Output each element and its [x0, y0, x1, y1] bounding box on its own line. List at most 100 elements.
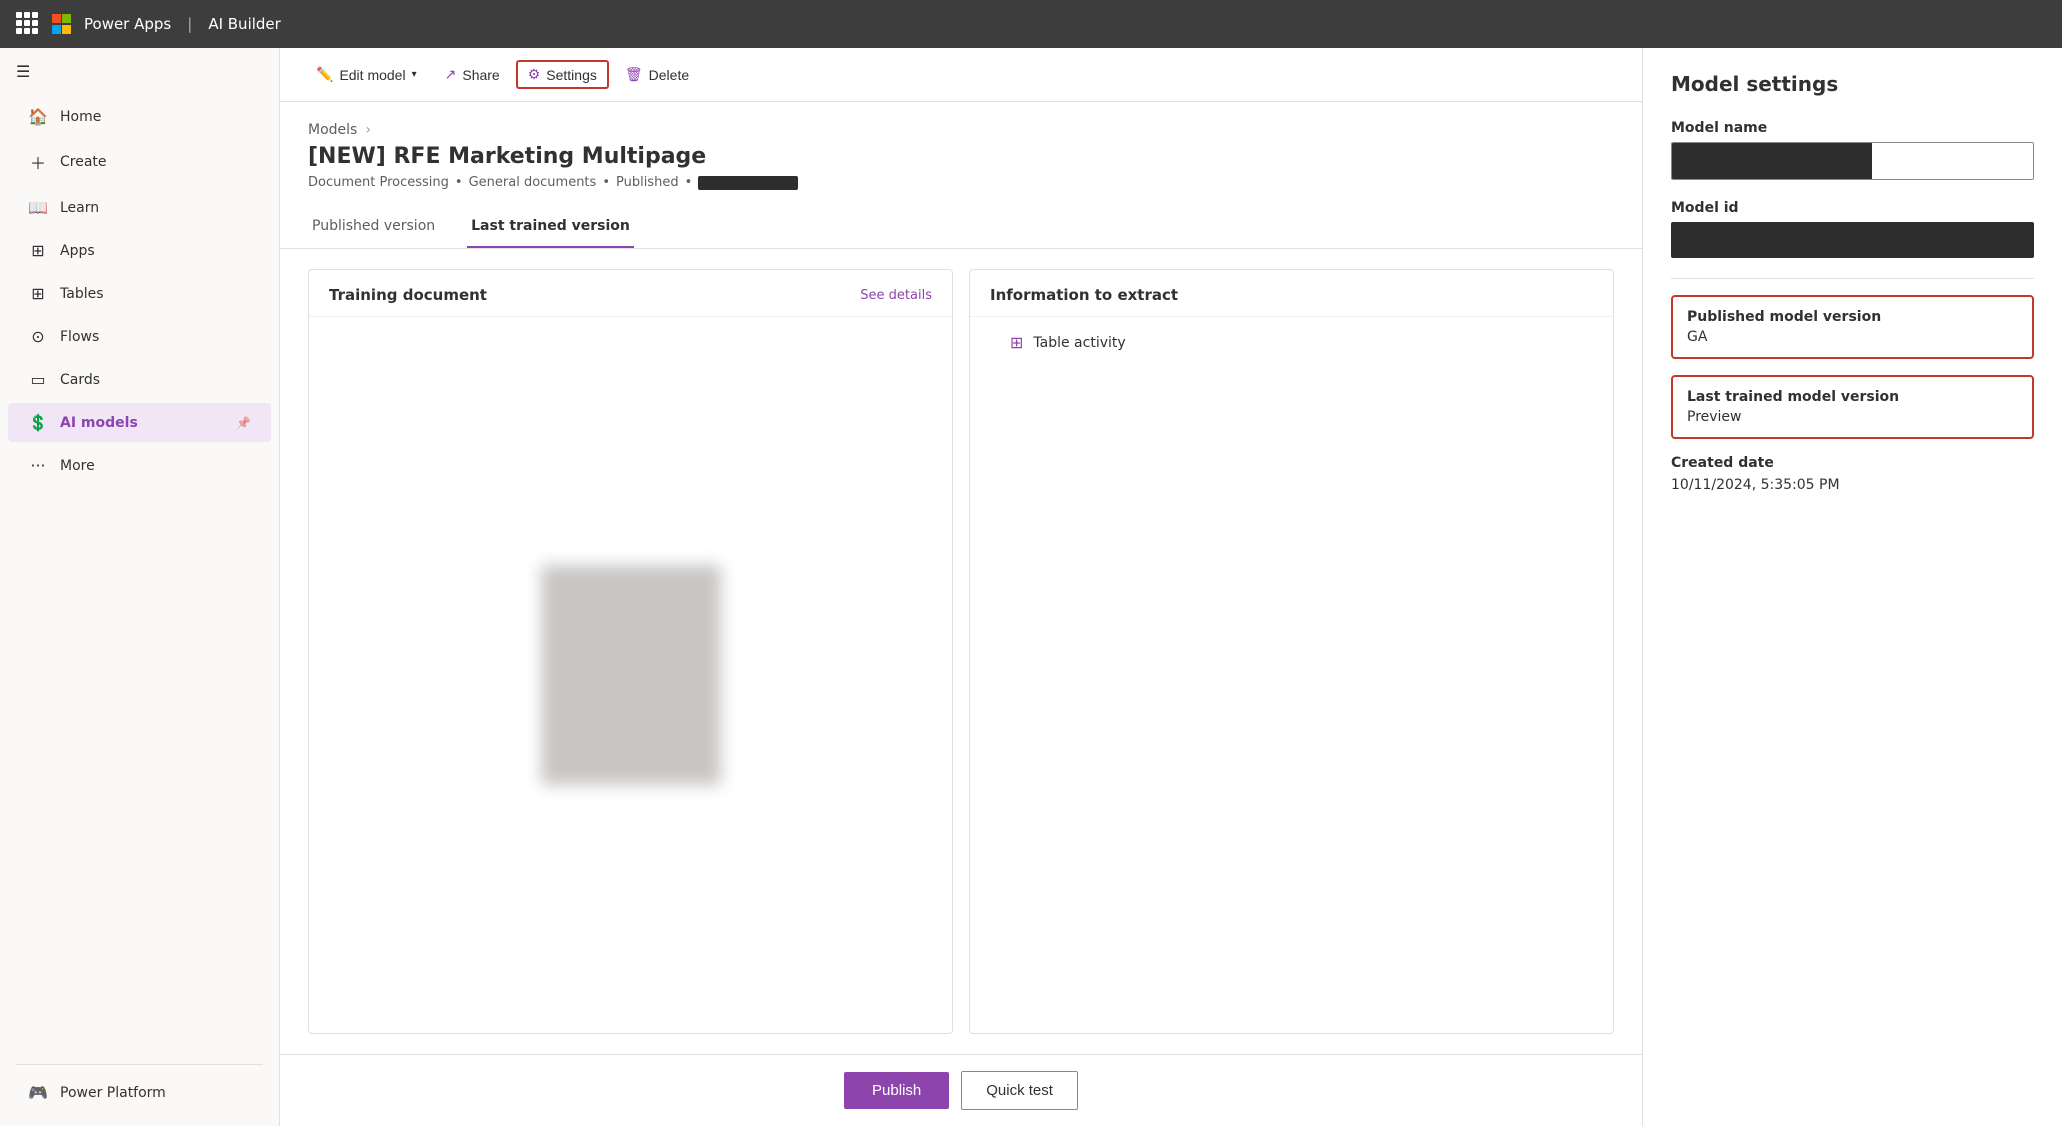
sidebar-item-home[interactable]: 🏠 Home [8, 97, 271, 136]
training-panel-body [309, 317, 952, 1033]
create-icon: ＋ [28, 150, 48, 174]
panel-header-extract: Information to extract [970, 270, 1613, 317]
content-area: ✏️ Edit model ▾ ↗ Share ⚙ Settings 🗑 Del… [280, 48, 1642, 1126]
sidebar-item-more[interactable]: ··· More [8, 446, 271, 485]
waffle-menu[interactable] [16, 12, 40, 36]
sidebar: ☰ 🏠 Home ＋ Create 📖 Learn ⊞ Apps ⊞ Table… [0, 48, 280, 1126]
meta-doc-processing: Document Processing [308, 175, 449, 190]
sidebar-item-label: Cards [60, 372, 100, 388]
training-document-panel: Training document See details [308, 269, 953, 1034]
edit-model-button[interactable]: ✏️ Edit model ▾ [304, 60, 429, 89]
page-title: [NEW] RFE Marketing Multipage [308, 144, 1614, 169]
sidebar-item-tables[interactable]: ⊞ Tables [8, 274, 271, 313]
sidebar-item-apps[interactable]: ⊞ Apps [8, 231, 271, 270]
breadcrumb-chevron-icon: › [365, 122, 371, 138]
pin-icon: 📌 [236, 416, 251, 430]
extract-item-table-activity: ⊞ Table activity [990, 325, 1146, 360]
sidebar-menu-button[interactable]: ☰ [0, 48, 279, 95]
panels-area: Training document See details Informatio… [280, 249, 1642, 1126]
ai-models-icon: 💲 [28, 413, 48, 432]
model-name-field: Model name [1671, 120, 2034, 180]
chevron-down-icon: ▾ [412, 69, 417, 80]
panel-header-training: Training document See details [309, 270, 952, 317]
flows-icon: ⊙ [28, 327, 48, 346]
app-name: Power Apps [84, 15, 171, 33]
action-bar: Publish Quick test [280, 1054, 1642, 1126]
tab-published-version[interactable]: Published version [308, 206, 439, 248]
created-date-value: 10/11/2024, 5:35:05 PM [1671, 477, 2034, 493]
sidebar-bottom: 🎮 Power Platform [0, 1044, 279, 1126]
sidebar-item-cards[interactable]: ▭ Cards [8, 360, 271, 399]
cards-icon: ▭ [28, 370, 48, 389]
meta-sep1: • [455, 175, 463, 190]
sidebar-item-learn[interactable]: 📖 Learn [8, 188, 271, 227]
model-id-label: Model id [1671, 200, 2034, 216]
model-id-value [1671, 222, 2034, 258]
training-document-preview [541, 565, 721, 785]
main-layout: ☰ 🏠 Home ＋ Create 📖 Learn ⊞ Apps ⊞ Table… [0, 48, 2062, 1126]
learn-icon: 📖 [28, 198, 48, 217]
sidebar-item-label: Flows [60, 329, 99, 345]
delete-icon: 🗑 [625, 66, 643, 83]
last-trained-version-card: Last trained model version Preview [1671, 375, 2034, 439]
meta-sep2: • [602, 175, 610, 190]
sidebar-item-label: Apps [60, 243, 95, 259]
home-icon: 🏠 [28, 107, 48, 126]
edit-icon: ✏️ [316, 66, 333, 83]
share-button[interactable]: ↗ Share [433, 60, 512, 89]
sidebar-item-label: Tables [60, 286, 104, 302]
settings-button[interactable]: ⚙ Settings [516, 60, 609, 89]
share-icon: ↗ [445, 66, 457, 83]
extract-item-label: Table activity [1033, 335, 1125, 351]
model-name-fill [1672, 143, 1872, 179]
delete-button[interactable]: 🗑 Delete [613, 60, 701, 89]
published-version-value: GA [1687, 329, 2018, 345]
settings-panel: Model settings Model name Model id Publi… [1642, 48, 2062, 1126]
sidebar-item-create[interactable]: ＋ Create [8, 140, 271, 184]
sidebar-divider [16, 1064, 263, 1065]
more-icon: ··· [28, 456, 48, 475]
tabs: Published version Last trained version [280, 206, 1642, 249]
sidebar-item-flows[interactable]: ⊙ Flows [8, 317, 271, 356]
settings-panel-title: Model settings [1671, 72, 2034, 96]
model-name-input[interactable] [1671, 142, 2034, 180]
sidebar-item-label: Learn [60, 200, 99, 216]
extract-panel-title: Information to extract [990, 286, 1178, 304]
power-platform-icon: 🎮 [28, 1083, 48, 1102]
sidebar-item-power-platform[interactable]: 🎮 Power Platform [8, 1073, 271, 1112]
model-name-label: Model name [1671, 120, 2034, 136]
sidebar-item-label: AI models [60, 415, 138, 431]
model-id-field: Model id [1671, 200, 2034, 258]
published-version-card: Published model version GA [1671, 295, 2034, 359]
meta-redacted-value [698, 176, 798, 190]
meta-general-docs: General documents [469, 175, 597, 190]
table-icon: ⊞ [1010, 333, 1023, 352]
toolbar: ✏️ Edit model ▾ ↗ Share ⚙ Settings 🗑 Del… [280, 48, 1642, 102]
topbar-separator: | [187, 15, 192, 33]
tab-last-trained-version[interactable]: Last trained version [467, 206, 634, 248]
breadcrumb-models[interactable]: Models [308, 122, 357, 138]
see-details-link[interactable]: See details [860, 288, 932, 303]
sidebar-item-label: More [60, 458, 95, 474]
publish-button[interactable]: Publish [844, 1072, 949, 1109]
apps-icon: ⊞ [28, 241, 48, 260]
meta-sep3: • [685, 175, 693, 190]
meta-published: Published [616, 175, 679, 190]
panels-inner: Training document See details Informatio… [280, 249, 1642, 1126]
sidebar-item-label: Power Platform [60, 1085, 166, 1101]
published-version-label: Published model version [1687, 309, 2018, 325]
last-trained-version-label: Last trained model version [1687, 389, 2018, 405]
sidebar-item-label: Home [60, 109, 101, 125]
extract-panel: Information to extract ⊞ Table activity [969, 269, 1614, 1034]
quick-test-button[interactable]: Quick test [961, 1071, 1078, 1110]
settings-icon: ⚙ [528, 66, 541, 83]
breadcrumb: Models › [308, 122, 1614, 138]
created-date-label: Created date [1671, 455, 2034, 471]
sidebar-item-ai-models[interactable]: 💲 AI models 📌 [8, 403, 271, 442]
training-panel-title: Training document [329, 286, 487, 304]
sidebar-item-label: Create [60, 154, 107, 170]
created-date-field: Created date 10/11/2024, 5:35:05 PM [1671, 455, 2034, 493]
extract-panel-body: ⊞ Table activity [970, 317, 1613, 1033]
last-trained-version-value: Preview [1687, 409, 2018, 425]
page-header: Models › [NEW] RFE Marketing Multipage D… [280, 102, 1642, 190]
